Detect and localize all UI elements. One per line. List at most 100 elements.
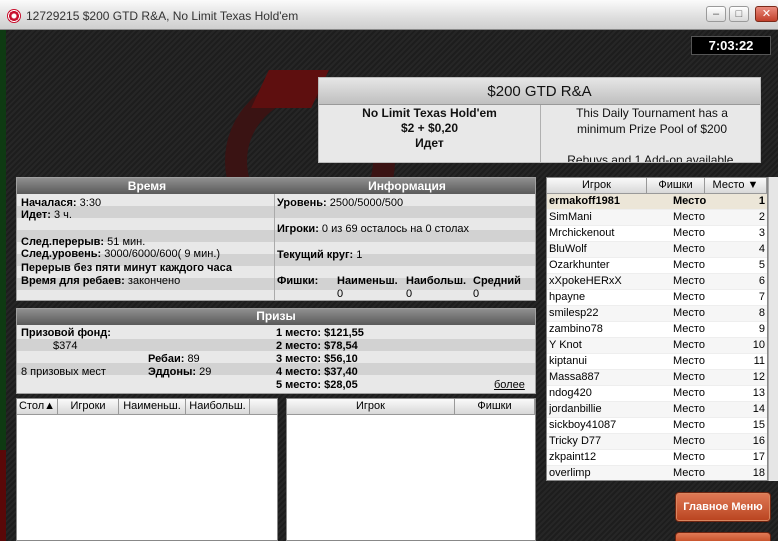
player-name: xXpokeHERxX	[549, 275, 622, 287]
round-row: Текущий круг: 1	[277, 249, 363, 261]
player-place: 8	[758, 307, 765, 319]
player-chips: Место	[673, 419, 705, 431]
leaderboard-row[interactable]: smilesp22 Место 8	[547, 306, 767, 322]
main-menu-button[interactable]: Главное Меню	[675, 492, 771, 522]
chips-max-value: 0	[406, 288, 413, 300]
tables-list-header: Стол▲ Игроки Наименьш. Наибольш.	[17, 399, 277, 415]
player-chips: Место	[673, 467, 705, 479]
player-name: Y Knot	[549, 339, 582, 351]
player-place: 17	[752, 451, 765, 463]
description-line: minimum Prize Pool of $200	[576, 122, 728, 136]
chips-avg-label: Средний	[473, 275, 521, 287]
tournament-summary: No Limit Texas Hold'em $2 + $0,20 Идет	[319, 105, 541, 162]
description-line: Rebuys and 1 Add-on available.	[567, 153, 737, 163]
info-heading: Информация	[368, 179, 446, 193]
player-name: Tricky D77	[549, 435, 602, 447]
chips-min-value: 0	[337, 288, 344, 300]
leaderboard-row[interactable]: sickboy41087 Место 15	[547, 418, 767, 434]
leaderboard-row[interactable]: kiptanui Место 11	[547, 354, 767, 370]
started-row: Началася: 3:30	[21, 197, 102, 209]
prize-place-5: 5 место: $28,05	[276, 379, 358, 391]
player-name: BluWolf	[549, 243, 587, 255]
player-name: ermakoff1981	[549, 195, 620, 207]
window-title: 12729215 $200 GTD R&A, No Limit Texas Ho…	[26, 9, 299, 23]
player-place: 10	[752, 339, 765, 351]
player-place: 15	[752, 419, 765, 431]
col-min[interactable]: Наименьш.	[119, 399, 186, 414]
players-row: Игроки: 0 из 69 осталось на 0 столах	[277, 223, 469, 235]
col-chips[interactable]: Фишки	[455, 399, 535, 414]
player-chips: Место	[673, 339, 705, 351]
break-note: Перерыв без пяти минут каждого часа	[21, 262, 232, 274]
title-bar[interactable]: 12729215 $200 GTD R&A, No Limit Texas Ho…	[0, 0, 778, 30]
player-name: smilesp22	[549, 307, 599, 319]
player-name: zkpaint12	[549, 451, 597, 463]
table-players-list[interactable]: Игрок Фишки	[286, 398, 536, 541]
leaderboard-header: Игрок Фишки Место ▼	[547, 178, 767, 194]
more-prizes-link[interactable]: более	[494, 379, 525, 391]
time-heading: Время	[127, 179, 167, 193]
prizes-panel: Призы Призовой фонд: $374 Ребаи: 89 8 пр…	[16, 308, 536, 394]
leaderboard-row[interactable]: Tricky D77 Место 16	[547, 434, 767, 450]
player-chips: Место	[673, 243, 705, 255]
col-player[interactable]: Игрок	[547, 178, 647, 193]
player-name: jordanbillie	[549, 403, 602, 415]
leaderboard-row[interactable]: Ozarkhunter Место 5	[547, 258, 767, 274]
close-icon[interactable]: ✕	[755, 6, 778, 22]
leaderboard-scrollbar[interactable]	[768, 177, 778, 481]
clock: 7:03:22	[691, 36, 771, 55]
paid-places: 8 призовых мест	[21, 366, 106, 378]
player-name: zambino78	[549, 323, 603, 335]
player-place: 1	[758, 195, 765, 207]
leaderboard-row[interactable]: Y Knot Место 10	[547, 338, 767, 354]
col-table[interactable]: Стол▲	[17, 399, 58, 414]
description-line: This Daily Tournament has a	[576, 106, 728, 120]
player-chips: Место	[673, 323, 705, 335]
tournament-header: $200 GTD R&A No Limit Texas Hold'em $2 +…	[318, 77, 761, 163]
player-name: Massa887	[549, 371, 600, 383]
leaderboard-row[interactable]: hpayne Место 7	[547, 290, 767, 306]
game-type: No Limit Texas Hold'em	[362, 106, 497, 120]
col-place[interactable]: Место ▼	[705, 178, 767, 193]
tables-list[interactable]: Стол▲ Игроки Наименьш. Наибольш.	[16, 398, 278, 541]
leaderboard-row[interactable]: zkpaint12 Место 17	[547, 450, 767, 466]
leaderboard-row[interactable]: ermakoff1981 Место 1	[547, 194, 767, 210]
col-player[interactable]: Игрок	[287, 399, 455, 414]
chips-max-label: Наибольш.	[406, 275, 467, 287]
leaderboard-row[interactable]: zambino78 Место 9	[547, 322, 767, 338]
leaderboard-row[interactable]: BluWolf Место 4	[547, 242, 767, 258]
running-row: Идет: 3 ч.	[21, 209, 72, 221]
maximize-icon[interactable]: □	[729, 6, 749, 22]
col-players[interactable]: Игроки	[58, 399, 119, 414]
leaderboard-row[interactable]: overlimp Место 18	[547, 466, 767, 480]
leaderboard-row[interactable]: SimMani Место 2	[547, 210, 767, 226]
leaderboard-row[interactable]: Massa887 Место 12	[547, 370, 767, 386]
player-place: 6	[758, 275, 765, 287]
player-place: 3	[758, 227, 765, 239]
leaderboard-row[interactable]: jordanbillie Место 14	[547, 402, 767, 418]
leaderboard-row[interactable]: ndog420 Место 13	[547, 386, 767, 402]
player-chips: Место	[673, 451, 705, 463]
player-chips: Место	[673, 291, 705, 303]
col-max[interactable]: Наибольш.	[186, 399, 250, 414]
chips-avg-value: 0	[473, 288, 480, 300]
player-name: sickboy41087	[549, 419, 617, 431]
player-place: 18	[752, 467, 765, 479]
leaderboard-row[interactable]: xXpokeHERxX Место 6	[547, 274, 767, 290]
rebuys-row: Ребаи: 89	[148, 353, 200, 365]
pokerstars-logo-icon	[7, 9, 21, 23]
minimize-icon[interactable]: –	[706, 6, 726, 22]
buyin: $2 + $0,20	[400, 121, 459, 135]
sort-arrow-icon: ▼	[747, 179, 759, 191]
prize-place-1: 1 место: $121,55	[276, 327, 364, 339]
prize-pool-label: Призовой фонд:	[21, 327, 111, 339]
next-level-row: След.уровень: 3000/6000/600( 9 мин.)	[21, 248, 221, 260]
col-chips[interactable]: Фишки	[647, 178, 705, 193]
player-name: SimMani	[549, 211, 592, 223]
secondary-button[interactable]	[675, 532, 771, 541]
leaderboard-row[interactable]: Mrchickenout Место 3	[547, 226, 767, 242]
player-name: overlimp	[549, 467, 591, 479]
leaderboard[interactable]: Игрок Фишки Место ▼ ermakoff1981 Место 1 Si…	[546, 177, 768, 481]
player-chips: Место	[673, 435, 705, 447]
time-info-panel: Время Информация Началася: 3:30 Идет: 3 …	[16, 177, 536, 301]
